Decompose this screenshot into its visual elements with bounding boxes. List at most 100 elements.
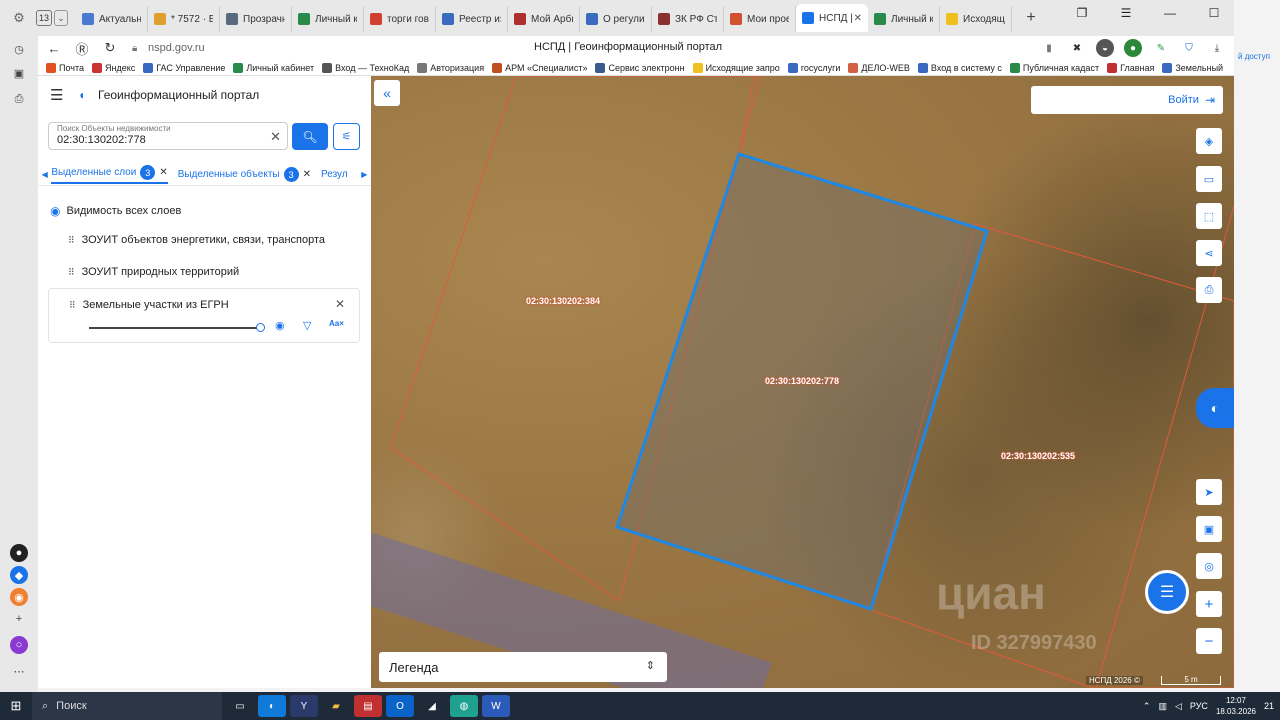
opacity-slider[interactable] <box>89 323 265 332</box>
parcel-label[interactable]: 02:30:130202:384 <box>526 296 600 306</box>
browser-tab[interactable]: Мои проек <box>724 6 796 32</box>
new-tab-button[interactable]: + <box>1020 7 1042 29</box>
close-tab-icon[interactable]: ✕ <box>303 169 311 180</box>
select-area-button[interactable]: ⬚ <box>1196 203 1222 229</box>
parcel-label[interactable]: 02:30:130202:778 <box>765 376 839 386</box>
search-input[interactable] <box>57 134 257 146</box>
legend-dropdown[interactable]: Легенда ⇕ <box>379 652 667 682</box>
browser-tab[interactable]: НСПД | ✕ <box>796 4 868 32</box>
volume-icon[interactable]: ◁ <box>1175 701 1182 712</box>
bookmark-item[interactable]: Вход — ТехноКад <box>322 62 409 73</box>
app-taskbar-icon-3[interactable]: ◍ <box>450 695 478 717</box>
bookmark-item[interactable]: Личный кабинет <box>233 62 314 73</box>
workspaces-icon[interactable]: ⚙ <box>8 7 30 29</box>
browser-tab[interactable]: Личный ка <box>868 6 940 32</box>
task-view-icon[interactable]: ▭ <box>226 695 254 717</box>
language-indicator[interactable]: РУС <box>1190 701 1208 711</box>
browser-tab[interactable]: Прозрачно <box>220 6 292 32</box>
geolocation-button[interactable]: ◎ <box>1196 553 1222 579</box>
bookmark-item[interactable]: Яндекс <box>92 62 135 73</box>
back-icon[interactable]: ← <box>42 36 66 60</box>
drag-handle-icon[interactable]: ⠿ <box>68 267 75 278</box>
tray-arrow-icon[interactable]: ⌃ <box>1143 701 1151 712</box>
browser-tab[interactable]: Исходящи <box>940 6 1012 32</box>
locate-button[interactable]: ➤ <box>1196 479 1222 505</box>
bookmark-item[interactable]: Главная <box>1107 62 1154 73</box>
bookmark-item[interactable]: госуслуги <box>787 62 840 73</box>
tab-list-dropdown-icon[interactable]: ⌄ <box>54 10 68 26</box>
bookmark-item[interactable]: Публичная кадаст <box>1009 62 1099 73</box>
reload-icon[interactable]: ↻ <box>98 36 122 60</box>
notifications-badge[interactable]: 21 <box>1264 701 1274 711</box>
drag-handle-icon[interactable]: ⠿ <box>68 235 75 246</box>
browser-tab[interactable]: Актуальны <box>76 6 148 32</box>
panel-tab[interactable]: Резул <box>321 169 348 180</box>
downloads-icon[interactable]: ⤓ <box>1208 39 1226 57</box>
remove-layer-icon[interactable]: ✕ <box>335 297 345 311</box>
browser-tab[interactable]: торги гов <box>364 6 436 32</box>
browser-tab[interactable]: Мой Арби <box>508 6 580 32</box>
tabs-scroll-right-icon[interactable]: ▶ <box>358 170 371 179</box>
windows-start-icon[interactable]: ⊞ <box>0 692 32 720</box>
edge-taskbar-icon[interactable]: ◐ <box>258 695 286 717</box>
tab-count-badge[interactable]: 13 <box>36 10 52 26</box>
background-link[interactable]: й доступ <box>1238 52 1270 61</box>
layer-item[interactable]: ⠿ ЗОУИТ объектов энергетики, связи, тран… <box>68 234 325 246</box>
lock-icon[interactable]: 🔒︎ <box>132 43 142 54</box>
alice-icon[interactable]: ○ <box>10 636 28 654</box>
outlook-icon[interactable]: O <box>386 695 414 717</box>
minimize-icon[interactable]: — <box>1148 0 1192 26</box>
panel-tab[interactable]: Выделенные объекты 3 ✕ <box>178 167 311 182</box>
network-icon[interactable]: ▥ <box>1158 701 1167 712</box>
layer-item[interactable]: ⠿ Земельные участки из ЕГРН <box>69 299 229 311</box>
url-field[interactable]: nspd.gov.ru <box>148 42 205 54</box>
shield-icon[interactable]: ⛉ <box>1180 39 1198 57</box>
app-taskbar-icon-2[interactable]: ◢ <box>418 695 446 717</box>
panel-tab[interactable]: Выделенные слои 3 ✕ <box>51 165 168 184</box>
close-tab-icon[interactable]: ✕ <box>854 13 862 24</box>
copilot-icon[interactable]: ❐ <box>1060 0 1104 26</box>
browser-tab[interactable]: О регулир <box>580 6 652 32</box>
collapse-panel-button[interactable]: « <box>374 80 400 106</box>
menu-icon[interactable]: ☰ <box>50 86 70 104</box>
word-icon[interactable]: W <box>482 695 510 717</box>
close-tab-icon[interactable]: ✕ <box>159 167 167 178</box>
add-sidebar-app-icon[interactable]: + <box>10 610 28 628</box>
tabs-scroll-left-icon[interactable]: ◀ <box>38 170 51 179</box>
reader-icon[interactable]: Ⓡ <box>70 36 94 60</box>
app-icon-1[interactable]: ● <box>10 544 28 562</box>
zoom-out-button[interactable]: − <box>1196 628 1222 654</box>
browser-tab[interactable]: Реестр изв <box>436 6 508 32</box>
file-explorer-icon[interactable]: ▰ <box>322 695 350 717</box>
app-icon-2[interactable]: ◆ <box>10 566 28 584</box>
zoom-in-button[interactable]: + <box>1196 591 1222 617</box>
login-button[interactable]: Войти ⇥ <box>1031 86 1223 114</box>
drag-handle-icon[interactable]: ⠿ <box>69 300 76 311</box>
extension-icon-2[interactable]: ◒ <box>1096 39 1114 57</box>
more-icon[interactable]: ⋯ <box>10 662 28 680</box>
labels-off-icon[interactable]: Aa× <box>329 319 344 328</box>
history-icon[interactable]: ◷ <box>10 40 28 58</box>
filter-icon[interactable]: ▽ <box>303 319 311 332</box>
filter-settings-button[interactable]: ⚟ <box>333 123 360 150</box>
bookmark-item[interactable]: ДЕЛО-WEB <box>848 62 910 73</box>
extension-icon-3[interactable]: ● <box>1124 39 1142 57</box>
settings-icon[interactable]: ☰ <box>1104 0 1148 26</box>
bookmark-item[interactable]: Земельный <box>1162 62 1223 73</box>
bookmark-item[interactable]: Сервис электронн <box>595 62 685 73</box>
taskbar-search[interactable]: ⌕ Поиск <box>32 692 222 720</box>
extension-icon-4[interactable]: ✎ <box>1152 39 1170 57</box>
screenshot-icon[interactable]: ⎙ <box>10 90 28 108</box>
chat-button[interactable]: ☰ <box>1145 570 1189 614</box>
print-button[interactable]: ⎙ <box>1196 277 1222 303</box>
bookmark-item[interactable]: АРМ «Специалист» <box>492 62 587 73</box>
bookmark-icon[interactable]: ▮ <box>1040 39 1058 57</box>
ruler-button[interactable]: ▭ <box>1196 166 1222 192</box>
bookmark-item[interactable]: Исходящие запро <box>692 62 780 73</box>
share-button[interactable]: ⋖ <box>1196 240 1222 266</box>
clear-search-icon[interactable]: ✕ <box>270 129 281 145</box>
slider-knob[interactable] <box>256 323 265 332</box>
bookmark-item[interactable]: Вход в систему с <box>917 62 1002 73</box>
map-view[interactable]: 02:30:130202:384 02:30:130202:778 02:30:… <box>371 76 1234 688</box>
browser-tab[interactable]: ЗК РФ Стат <box>652 6 724 32</box>
